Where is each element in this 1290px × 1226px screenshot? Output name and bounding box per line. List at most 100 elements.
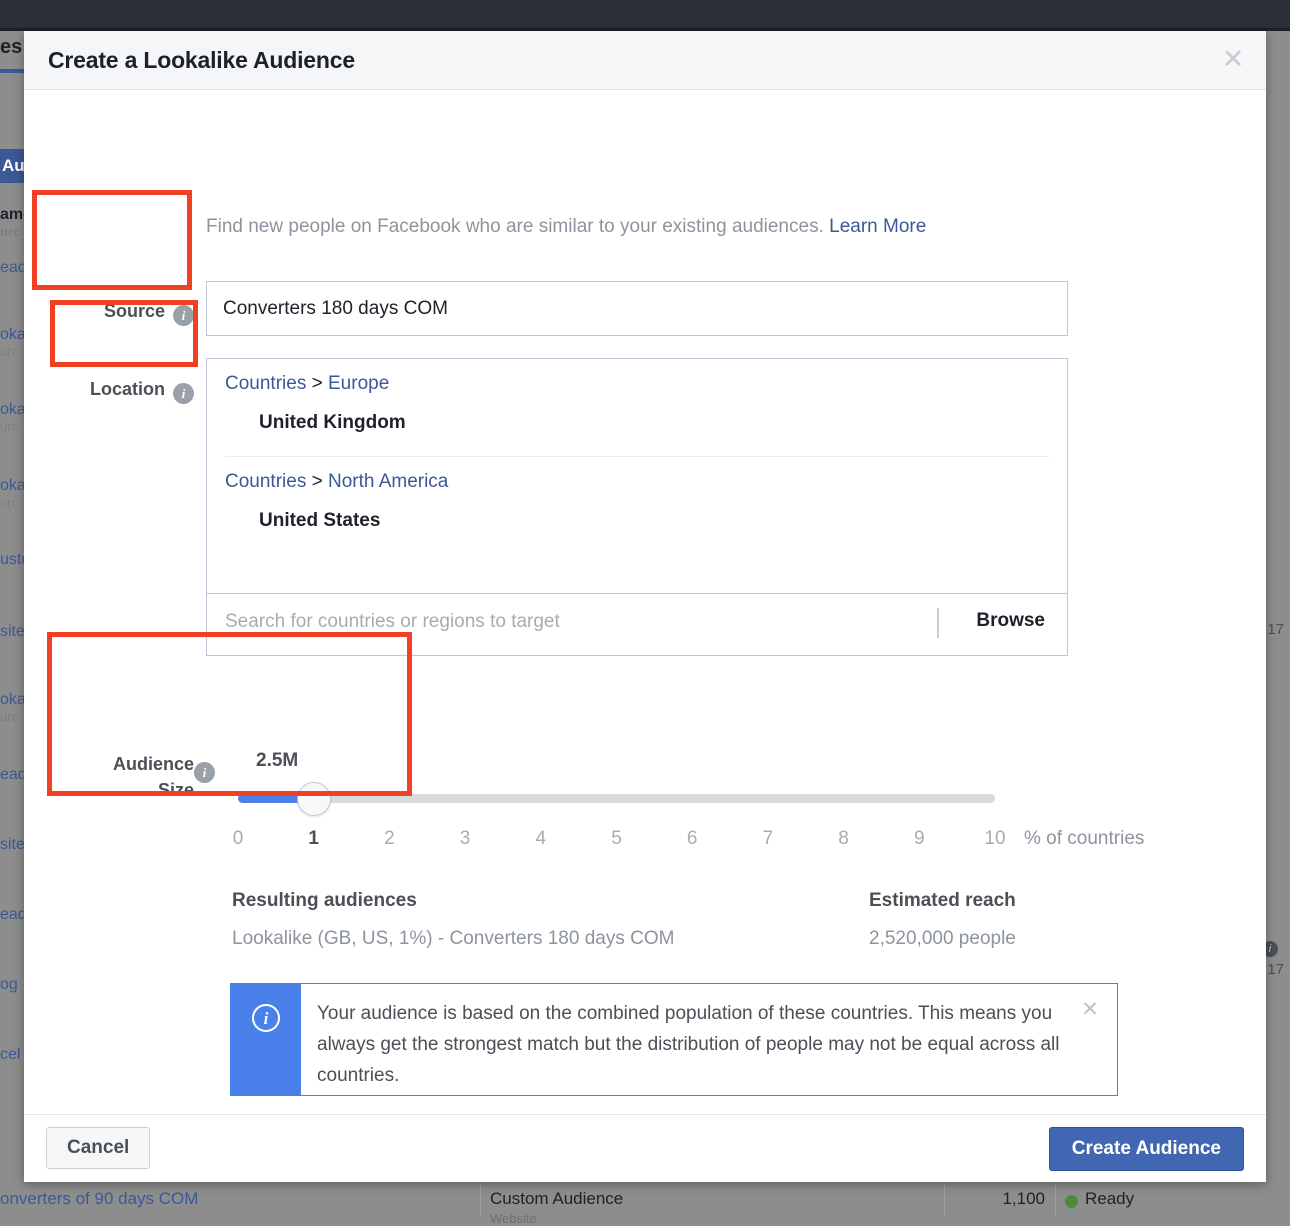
info-banner: i Your audience is based on the combined… [230, 983, 1118, 1096]
background-row-name: oka [0, 326, 24, 343]
slider-tick-8[interactable]: 8 [824, 828, 864, 850]
selected-country: United States [259, 510, 381, 531]
breadcrumb: Countries > North America [225, 457, 1049, 493]
info-icon: i [252, 1004, 280, 1032]
estimated-reach-heading: Estimated reach [869, 890, 1016, 911]
info-icon[interactable]: i [194, 762, 215, 783]
info-icon[interactable]: i [173, 305, 194, 326]
background-row-sub: urc [0, 344, 19, 359]
background-row-name: site [0, 836, 24, 853]
location-label: Location i [64, 379, 194, 404]
breadcrumb-region-link[interactable]: North America [328, 471, 448, 492]
background-row-name: ead [0, 906, 24, 923]
breadcrumb-root-link[interactable]: Countries [225, 373, 306, 394]
background-row-name: og [0, 976, 18, 993]
background-table-row: cel [0, 1046, 24, 1064]
breadcrumb-separator: > [311, 373, 323, 394]
dialog-header: Create a Lookalike Audience ✕ [24, 31, 1266, 90]
background-row-status: Ready [1085, 1189, 1135, 1208]
slider-tick-6[interactable]: 6 [672, 828, 712, 850]
background-table-row: oka urc [0, 401, 24, 434]
background-table-row-bottom[interactable]: onverters of 90 days COM Custom Audience… [0, 1185, 1290, 1226]
audience-size-label-line2: Size [157, 780, 194, 800]
background-row-sub: urc [0, 419, 19, 434]
location-search-row: Search for countries or regions to targe… [207, 593, 1067, 655]
background-table-row: ead [0, 766, 24, 784]
breadcrumb-separator: > [311, 471, 323, 492]
background-table-row: site [0, 836, 24, 854]
slider-tick-0[interactable]: 0 [218, 828, 258, 850]
learn-more-link[interactable]: Learn More [829, 216, 926, 237]
background-row-size: 17 [1267, 621, 1284, 638]
close-icon[interactable]: ✕ [1079, 999, 1101, 1022]
breadcrumb-region-link[interactable]: Europe [328, 373, 389, 394]
audience-size-value-badge: 2.5M [256, 750, 299, 771]
dialog-title: Create a Lookalike Audience [48, 47, 355, 73]
location-label-text: Location [90, 379, 165, 399]
dialog-footer: Cancel Create Audience [24, 1114, 1266, 1182]
location-group: Countries > North America United States [207, 457, 1067, 532]
slider-handle[interactable] [297, 782, 331, 816]
browser-top-bar [0, 0, 1290, 28]
background-table-row: ead [0, 906, 24, 924]
audience-size-label-line1: Audience [112, 754, 194, 774]
audience-size-label: Audience Size [64, 751, 194, 803]
slider-tick-4[interactable]: 4 [521, 828, 561, 850]
background-table-row: ameurc [0, 206, 24, 239]
slider-tick-3[interactable]: 3 [445, 828, 485, 850]
background-row-name: ame [0, 206, 24, 223]
resulting-audiences-heading: Resulting audiences [232, 890, 417, 911]
background-tabs-label: es [0, 36, 23, 58]
audience-size-slider[interactable] [238, 794, 995, 803]
resulting-audiences-value: Lookalike (GB, US, 1%) - Converters 180 … [232, 928, 675, 949]
info-banner-icon-column: i [231, 984, 301, 1095]
create-lookalike-audience-dialog: Create a Lookalike Audience ✕ Find new p… [24, 31, 1266, 1182]
background-create-audience-button[interactable]: Aud [0, 149, 35, 183]
create-audience-button[interactable]: Create Audience [1048, 1127, 1244, 1171]
breadcrumb: Countries > Europe [225, 359, 1049, 395]
background-row-type-sub: Website [490, 1211, 537, 1226]
background-table-row: oka urc [0, 691, 24, 724]
background-table-row: ead [0, 259, 24, 277]
background-table-row: og [0, 976, 24, 994]
estimated-reach-value: 2,520,000 people [869, 928, 1016, 949]
background-row-sub: urc [0, 495, 19, 510]
background-row-size: 17 [1267, 961, 1284, 978]
intro-description: Find new people on Facebook who are simi… [206, 216, 824, 237]
source-label-text: Source [103, 301, 165, 321]
background-table-row: oka urc [0, 326, 24, 359]
info-icon[interactable]: i [173, 383, 194, 404]
browse-button[interactable]: Browse [976, 610, 1045, 632]
close-icon[interactable]: ✕ [1218, 45, 1248, 75]
location-search-input[interactable]: Search for countries or regions to targe… [225, 611, 560, 633]
background-tab-underline [0, 69, 24, 73]
slider-tick-7[interactable]: 7 [748, 828, 788, 850]
dialog-body: Find new people on Facebook who are simi… [24, 90, 1266, 1146]
cancel-button[interactable]: Cancel [46, 1127, 151, 1169]
source-input[interactable]: Converters 180 days COM [206, 281, 1068, 336]
background-row-sub: urc [0, 224, 21, 239]
slider-tick-10[interactable]: 10 [975, 828, 1015, 850]
background-table-row: usto [0, 551, 24, 569]
slider-tick-5[interactable]: 5 [597, 828, 637, 850]
source-label: Source i [64, 301, 194, 326]
slider-tick-2[interactable]: 2 [369, 828, 409, 850]
intro-text: Find new people on Facebook who are simi… [206, 216, 926, 238]
slider-tick-1[interactable]: 1 [294, 828, 334, 850]
audience-size-info-wrap: i [194, 761, 215, 783]
location-group: Countries > Europe United Kingdom [207, 359, 1067, 434]
breadcrumb-root-link[interactable]: Countries [225, 471, 306, 492]
divider [937, 608, 939, 638]
background-left-column: es Aud ameurceadokaurcokaurcokaurcustosi… [0, 31, 35, 1216]
slider-tick-labels: 0 1 2 3 4 5 6 7 8 9 10 [233, 828, 1006, 854]
background-row-name: oka [0, 401, 24, 418]
status-dot-icon [1065, 1195, 1078, 1208]
background-row-name: cel [0, 1046, 21, 1063]
background-row-name: ead [0, 766, 24, 783]
background-row-size: 1,100 [1002, 1189, 1045, 1208]
background-table-row: site [0, 623, 24, 641]
background-row-name: usto [0, 551, 24, 568]
background-row-name: onverters of 90 days COM [0, 1189, 199, 1208]
background-row-sub: urc [0, 709, 19, 724]
slider-tick-9[interactable]: 9 [899, 828, 939, 850]
